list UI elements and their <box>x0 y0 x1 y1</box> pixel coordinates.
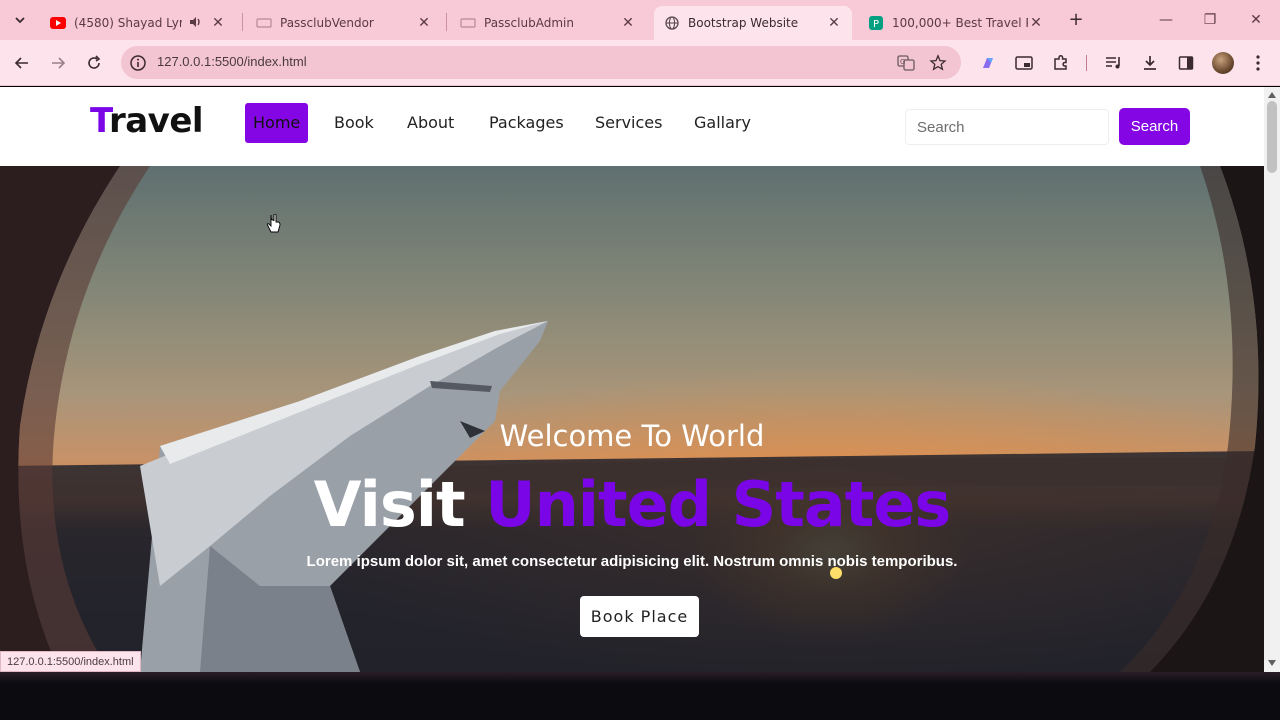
chevron-down-icon <box>15 17 25 24</box>
scroll-down-arrow[interactable] <box>1268 660 1276 666</box>
translate-icon[interactable]: G <box>897 54 915 72</box>
nav-packages[interactable]: Packages <box>481 103 572 143</box>
reload-icon <box>88 55 101 69</box>
svg-text:G: G <box>900 58 905 66</box>
side-panel-icon[interactable] <box>1176 53 1196 73</box>
globe-icon <box>664 15 680 31</box>
book-place-button[interactable]: Book Place <box>580 596 699 637</box>
site-search-button[interactable]: Search <box>1119 108 1190 145</box>
status-bubble: 127.0.0.1:5500/index.html <box>0 651 141 672</box>
arrow-left-icon <box>14 57 28 69</box>
nav-book[interactable]: Book <box>326 103 382 143</box>
reload-button[interactable] <box>82 51 106 75</box>
browser-toolbar: 127.0.0.1:5500/index.html G <box>0 40 1280 86</box>
site-navbar: Travel Home Book About Packages Services… <box>0 87 1264 166</box>
arrow-right-icon <box>52 57 66 69</box>
close-icon[interactable]: ✕ <box>416 15 432 31</box>
address-bar[interactable]: 127.0.0.1:5500/index.html G <box>121 46 961 79</box>
close-icon[interactable]: ✕ <box>620 15 636 31</box>
restore-button[interactable]: ❐ <box>1200 10 1220 30</box>
brand-rest: ravel <box>108 101 204 141</box>
page-icon <box>460 15 476 31</box>
scroll-thumb[interactable] <box>1267 101 1277 173</box>
nav-services[interactable]: Services <box>587 103 670 143</box>
page-viewport: Travel Home Book About Packages Services… <box>0 87 1264 672</box>
kebab-menu-icon[interactable] <box>1248 53 1268 73</box>
tab-search-button[interactable] <box>8 8 32 32</box>
back-button[interactable] <box>10 51 34 75</box>
info-icon[interactable] <box>129 54 147 72</box>
page-scrollbar[interactable] <box>1264 87 1280 672</box>
tab-bar: (4580) Shayad Lyric V ✕ PassclubVendor ✕… <box>0 0 1280 40</box>
minimize-button[interactable]: — <box>1156 10 1176 30</box>
tab-title: Bootstrap Website <box>688 16 799 30</box>
brand-initial: T <box>90 101 109 141</box>
page-icon <box>256 15 272 31</box>
close-icon[interactable]: ✕ <box>826 15 842 31</box>
hero-content: Welcome To World Visit United States Lor… <box>0 166 1264 672</box>
profile-avatar[interactable] <box>1212 52 1234 74</box>
pexels-icon: P <box>868 15 884 31</box>
tab-title: PassclubAdmin <box>484 16 574 30</box>
site-brand[interactable]: Travel <box>90 101 204 141</box>
close-icon[interactable]: ✕ <box>1028 15 1044 31</box>
tab-title: (4580) Shayad Lyric V <box>74 16 182 30</box>
youtube-icon <box>50 15 66 31</box>
star-icon[interactable] <box>929 54 947 72</box>
mouse-pointer-icon <box>266 214 281 233</box>
forward-button[interactable] <box>46 51 70 75</box>
extensions-puzzle-icon[interactable] <box>1051 53 1071 73</box>
tab-divider <box>242 13 243 31</box>
extension-gradient-icon[interactable] <box>978 53 998 73</box>
hero-welcome: Welcome To World <box>499 419 765 453</box>
toolbar-divider <box>1086 55 1087 71</box>
tab-travel-photos[interactable]: P 100,000+ Best Travel Pho ✕ <box>858 6 1054 40</box>
hero-lead: Lorem ipsum dolor sit, amet consectetur … <box>306 553 958 570</box>
headline-accent: United States <box>485 468 951 541</box>
nav-about[interactable]: About <box>399 103 462 143</box>
taskbar-edge <box>0 672 1280 684</box>
headline-prefix: Visit <box>313 468 466 541</box>
speaker-icon[interactable] <box>188 15 204 32</box>
tab-passclub-admin[interactable]: PassclubAdmin ✕ <box>450 6 646 40</box>
new-tab-button[interactable]: + <box>1066 10 1086 30</box>
download-icon[interactable] <box>1140 53 1160 73</box>
tab-divider <box>446 13 447 31</box>
url-text[interactable]: 127.0.0.1:5500/index.html <box>157 54 307 69</box>
tab-youtube[interactable]: (4580) Shayad Lyric V ✕ <box>40 6 236 40</box>
hero-headline: Visit United States <box>0 468 1264 541</box>
tab-passclub-vendor[interactable]: PassclubVendor ✕ <box>246 6 442 40</box>
tab-bootstrap-website[interactable]: Bootstrap Website ✕ <box>654 6 852 40</box>
site-search-input[interactable] <box>905 109 1109 145</box>
nav-gallary[interactable]: Gallary <box>686 103 759 143</box>
picture-in-picture-icon[interactable] <box>1014 53 1034 73</box>
tab-title: 100,000+ Best Travel Pho <box>892 16 1028 30</box>
os-taskbar <box>0 672 1280 720</box>
hero-section: Welcome To World Visit United States Lor… <box>0 166 1264 672</box>
close-icon[interactable]: ✕ <box>210 15 226 31</box>
scroll-up-arrow[interactable] <box>1268 92 1276 98</box>
nav-home[interactable]: Home <box>245 103 309 143</box>
svg-text:P: P <box>873 19 879 30</box>
tab-title: PassclubVendor <box>280 16 374 30</box>
media-controls-icon[interactable] <box>1104 53 1124 73</box>
window-close-button[interactable]: ✕ <box>1246 10 1266 30</box>
